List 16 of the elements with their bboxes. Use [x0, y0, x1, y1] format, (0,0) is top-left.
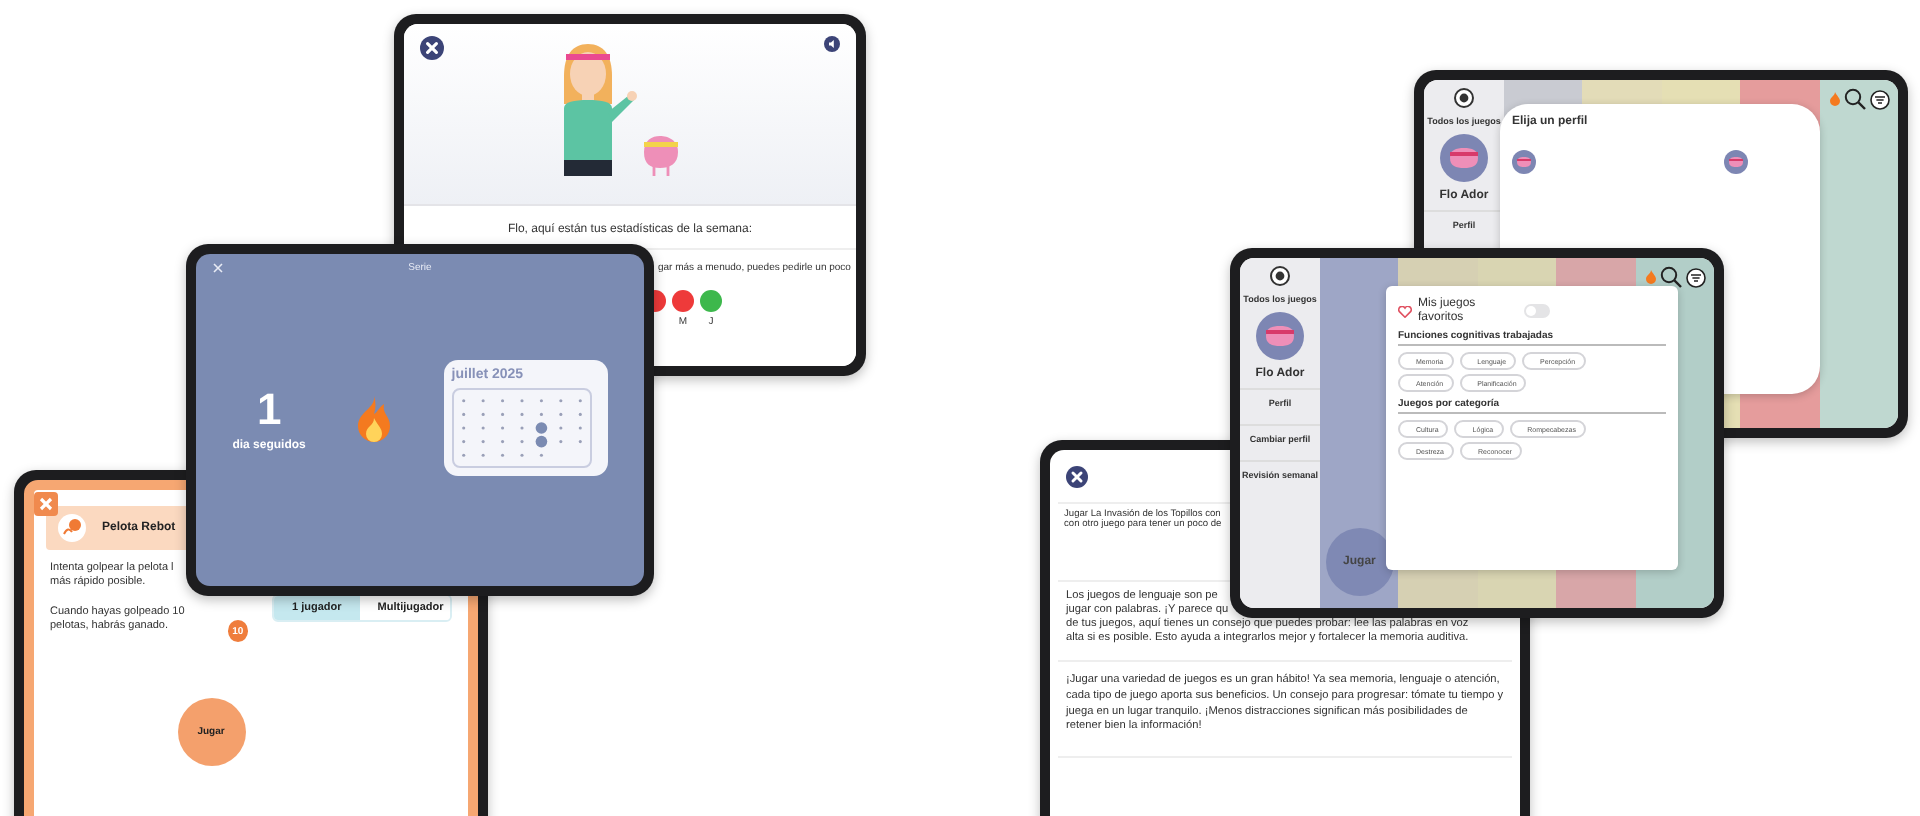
mascot-avatar-icon: [1440, 134, 1488, 182]
streak-count: 1: [256, 384, 282, 436]
close-icon[interactable]: [1066, 466, 1088, 488]
ball-icon: [58, 514, 86, 542]
close-icon[interactable]: [420, 36, 444, 60]
favorites-toggle[interactable]: [1524, 304, 1550, 319]
mascot-avatar-icon: [1512, 150, 1536, 174]
speaker-icon[interactable]: [824, 36, 840, 52]
target-icon[interactable]: [1454, 88, 1474, 108]
mascot-avatar-icon: [1724, 150, 1748, 174]
heart-icon: [1398, 305, 1412, 318]
calendar-grid-drawing: [451, 388, 592, 468]
search-icon[interactable]: [1660, 266, 1682, 288]
mascot-avatar-icon: [1256, 312, 1304, 360]
search-icon[interactable]: [1844, 88, 1866, 110]
target-icon[interactable]: [1270, 266, 1290, 286]
